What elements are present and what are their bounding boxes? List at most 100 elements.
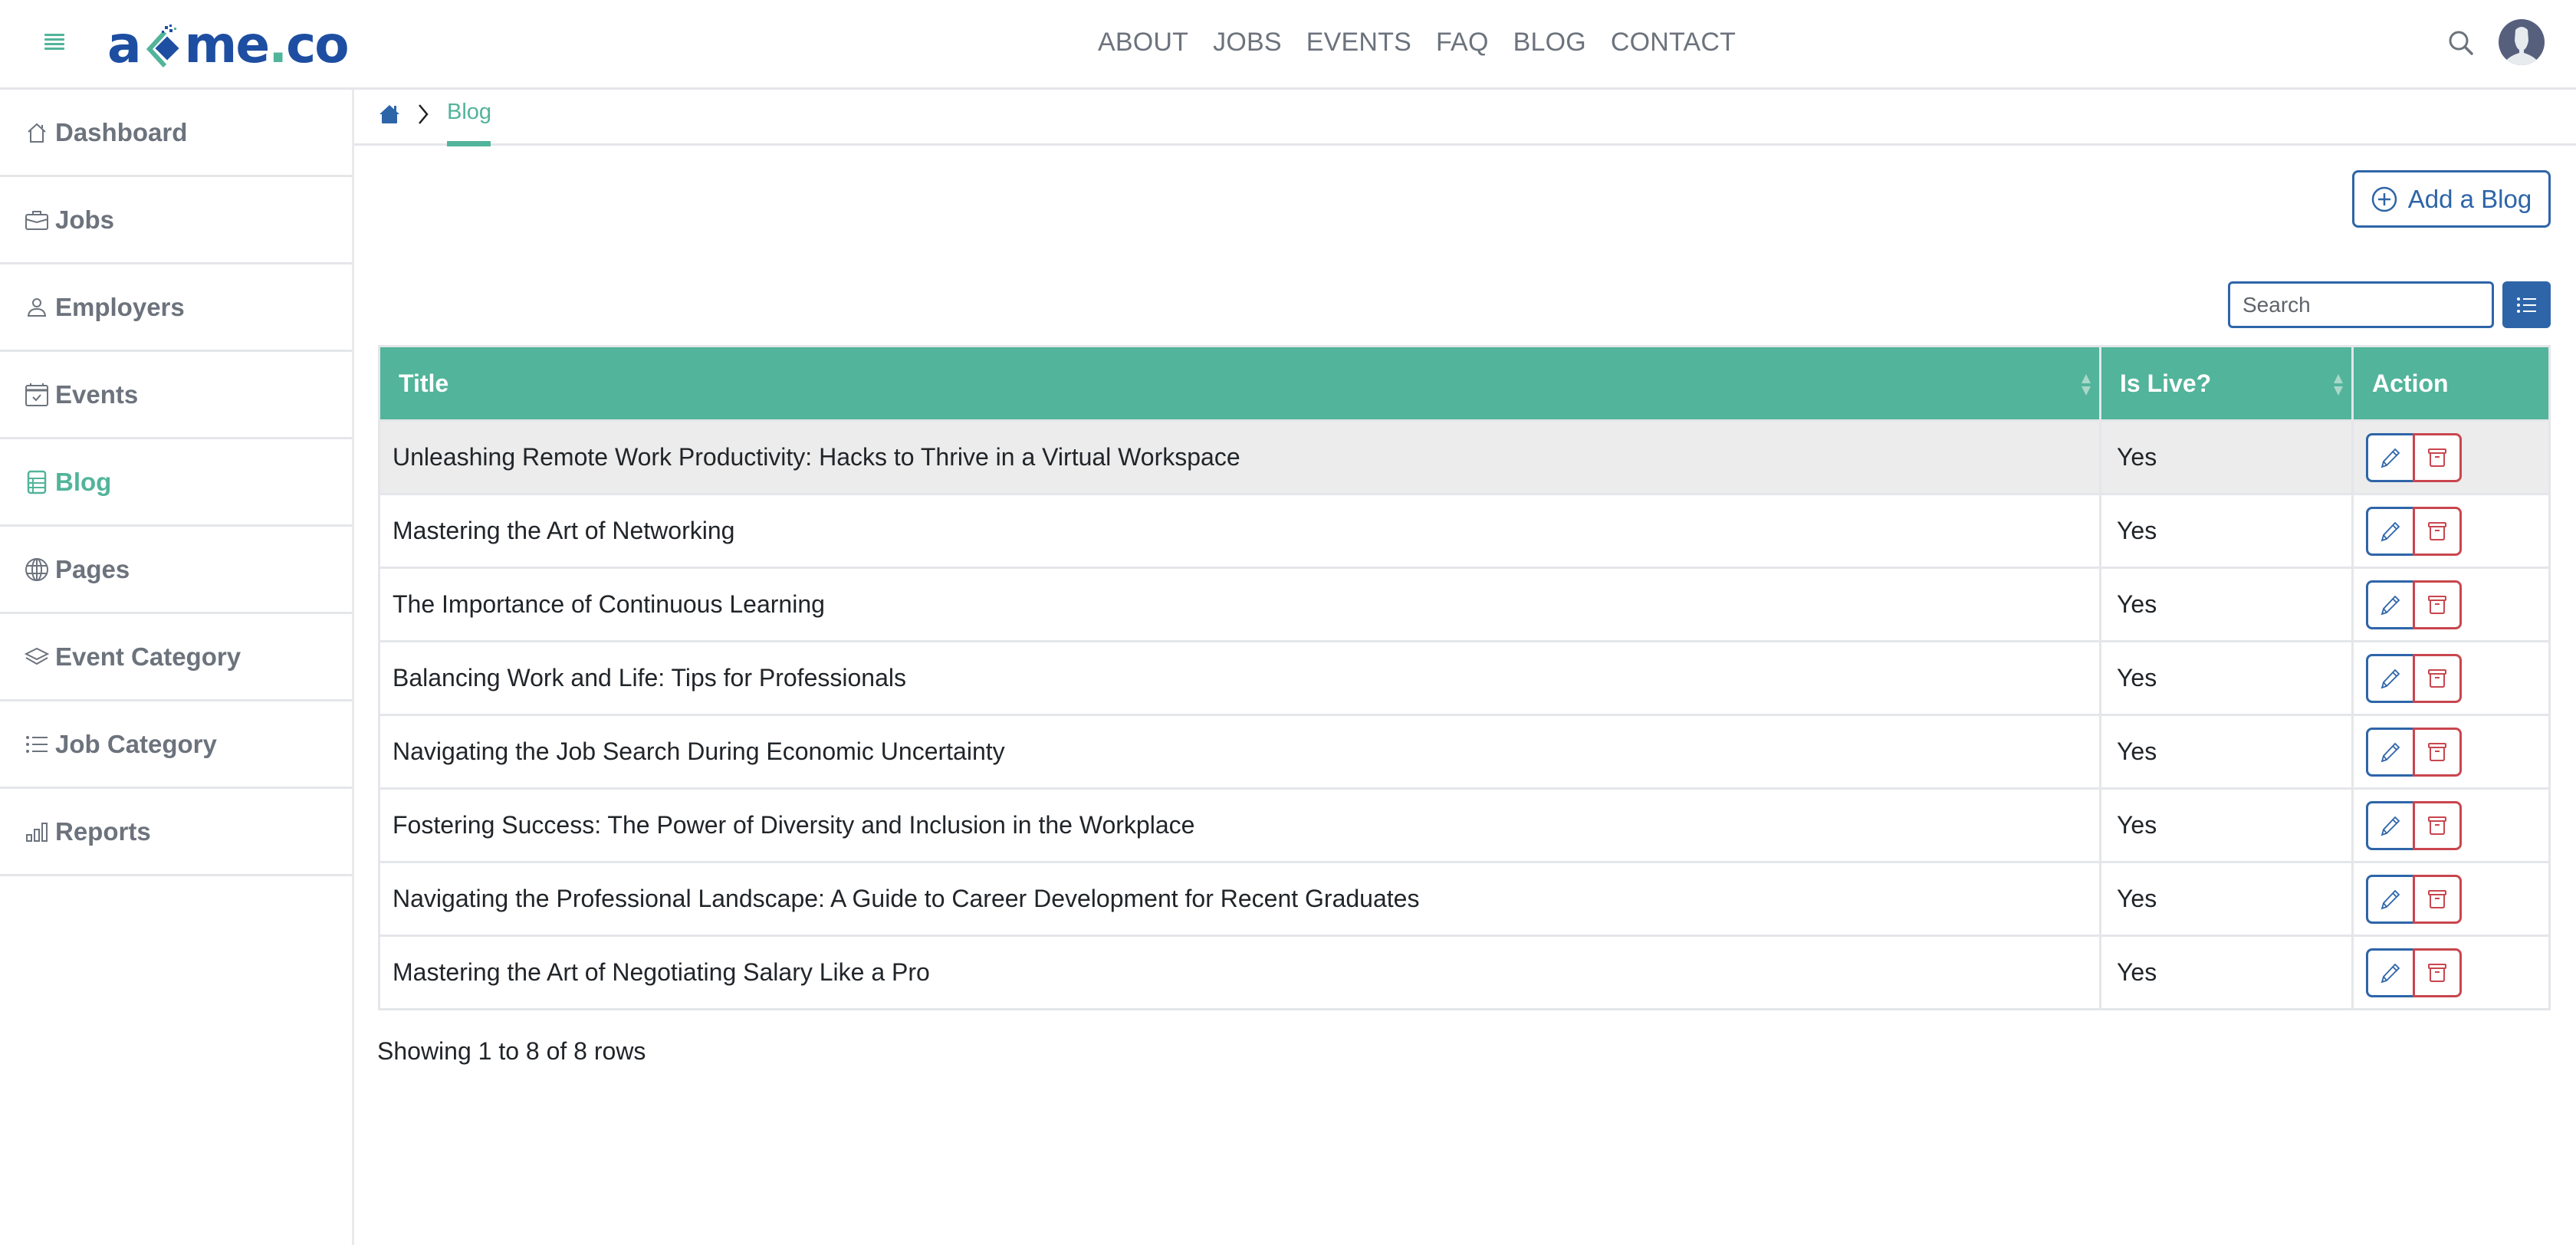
house-icon — [25, 120, 49, 145]
sidebar-item-employers[interactable]: Employers — [0, 264, 352, 352]
edit-button[interactable] — [2366, 580, 2415, 629]
archive-icon — [2428, 816, 2446, 835]
nav-about[interactable]: ABOUT — [1098, 28, 1188, 57]
cell-action — [2351, 493, 2551, 569]
top-navbar: a me . co ABOUT JOBS EVENTS FAQ BLOG CON… — [0, 0, 2576, 90]
edit-button[interactable] — [2366, 432, 2415, 482]
sidebar-item-pages[interactable]: Pages — [0, 527, 352, 614]
cell-title: Mastering the Art of Negotiating Salary … — [378, 935, 2101, 1010]
cell-is-live: Yes — [2099, 493, 2354, 569]
cell-title: Navigating the Professional Landscape: A… — [378, 861, 2101, 937]
sidebar-item-label: Pages — [55, 554, 130, 583]
sidebar-item-events[interactable]: Events — [0, 352, 352, 439]
archive-button[interactable] — [2413, 432, 2462, 482]
briefcase-icon — [25, 208, 49, 232]
breadcrumb: Blog — [354, 90, 2576, 146]
cell-title: Balancing Work and Life: Tips for Profes… — [378, 640, 2101, 716]
column-header-label: Is Live? — [2120, 369, 2212, 397]
globe-icon — [25, 557, 49, 582]
archive-button[interactable] — [2413, 800, 2462, 850]
search-input[interactable] — [2228, 281, 2494, 328]
archive-icon — [2428, 889, 2446, 908]
cell-action — [2351, 935, 2551, 1010]
table-row: Mastering the Art of Networking Yes — [378, 493, 2551, 569]
sidebar-item-dashboard[interactable]: Dashboard — [0, 90, 352, 177]
archive-button[interactable] — [2413, 727, 2462, 777]
cell-action — [2351, 861, 2551, 937]
nav-blog[interactable]: BLOG — [1513, 28, 1586, 57]
logo-text-co: co — [286, 15, 349, 74]
sidebar-item-label: Job Category — [55, 729, 217, 758]
edit-button[interactable] — [2366, 948, 2415, 997]
cell-is-live: Yes — [2099, 787, 2354, 863]
archive-icon — [2428, 963, 2446, 982]
user-silhouette-icon — [2505, 27, 2538, 65]
column-header-action: Action — [2352, 345, 2551, 421]
archive-icon — [2428, 521, 2446, 540]
logo-text-dot: . — [268, 15, 288, 74]
sort-icon[interactable] — [2333, 373, 2344, 396]
nav-faq[interactable]: FAQ — [1436, 28, 1489, 57]
logo[interactable]: a me . co — [107, 14, 350, 75]
sidebar-item-event-category[interactable]: Event Category — [0, 614, 352, 701]
nav-events[interactable]: EVENTS — [1306, 28, 1411, 57]
add-blog-button[interactable]: Add a Blog — [2352, 170, 2551, 228]
archive-button[interactable] — [2413, 506, 2462, 556]
archive-button[interactable] — [2413, 580, 2462, 629]
nav-jobs[interactable]: JOBS — [1213, 28, 1282, 57]
edit-button[interactable] — [2366, 874, 2415, 924]
logo-mark-icon — [142, 21, 183, 68]
table-header-row: Title Is Live? Action — [378, 345, 2551, 421]
archive-button[interactable] — [2413, 653, 2462, 703]
archive-icon — [2428, 595, 2446, 614]
cell-title: Unleashing Remote Work Productivity: Hac… — [378, 419, 2101, 495]
cell-is-live: Yes — [2099, 714, 2354, 790]
sidebar-item-label: Blog — [55, 467, 112, 496]
table-row: Mastering the Art of Negotiating Salary … — [378, 935, 2551, 1010]
archive-button[interactable] — [2413, 948, 2462, 997]
logo-text-a: a — [107, 15, 142, 74]
cell-title: Fostering Success: The Power of Diversit… — [378, 787, 2101, 863]
hamburger-menu-icon[interactable] — [44, 34, 64, 51]
sidebar-item-blog[interactable]: Blog — [0, 439, 352, 527]
cell-action — [2351, 419, 2551, 495]
sidebar-item-label: Jobs — [55, 205, 115, 234]
column-header-label: Title — [399, 369, 449, 397]
pencil-icon — [2380, 668, 2400, 688]
pencil-icon — [2380, 595, 2400, 615]
sidebar-item-label: Reports — [55, 816, 151, 846]
table-icon — [25, 470, 49, 494]
pencil-icon — [2380, 889, 2400, 909]
cell-action — [2351, 714, 2551, 790]
archive-button[interactable] — [2413, 874, 2462, 924]
archive-icon — [2428, 742, 2446, 761]
column-header-label: Action — [2372, 369, 2449, 397]
sort-icon[interactable] — [2081, 373, 2091, 396]
chevron-right-icon — [416, 103, 431, 126]
home-icon[interactable] — [379, 103, 400, 124]
edit-button[interactable] — [2366, 800, 2415, 850]
column-header-is-live[interactable]: Is Live? — [2100, 345, 2354, 421]
cell-is-live: Yes — [2099, 419, 2354, 495]
nav-contact[interactable]: CONTACT — [1611, 28, 1736, 57]
sidebar-item-job-category[interactable]: Job Category — [0, 701, 352, 789]
toggle-view-button[interactable] — [2502, 281, 2551, 328]
sidebar-item-reports[interactable]: Reports — [0, 789, 352, 876]
user-avatar[interactable] — [2499, 19, 2545, 65]
cell-title: The Importance of Continuous Learning — [378, 567, 2101, 642]
cell-is-live: Yes — [2099, 640, 2354, 716]
sidebar-item-jobs[interactable]: Jobs — [0, 177, 352, 264]
table-row: Navigating the Job Search During Economi… — [378, 714, 2551, 790]
list-icon — [25, 732, 49, 757]
search-icon[interactable] — [2447, 29, 2475, 57]
column-header-title[interactable]: Title — [378, 345, 2101, 421]
cell-title: Navigating the Job Search During Economi… — [378, 714, 2101, 790]
cell-title: Mastering the Art of Networking — [378, 493, 2101, 569]
archive-icon — [2428, 448, 2446, 467]
edit-button[interactable] — [2366, 506, 2415, 556]
sidebar: Dashboard Jobs Employers Events Blog Pag… — [0, 90, 354, 1245]
table-row: Navigating the Professional Landscape: A… — [378, 861, 2551, 937]
edit-button[interactable] — [2366, 653, 2415, 703]
edit-button[interactable] — [2366, 727, 2415, 777]
archive-icon — [2428, 668, 2446, 688]
